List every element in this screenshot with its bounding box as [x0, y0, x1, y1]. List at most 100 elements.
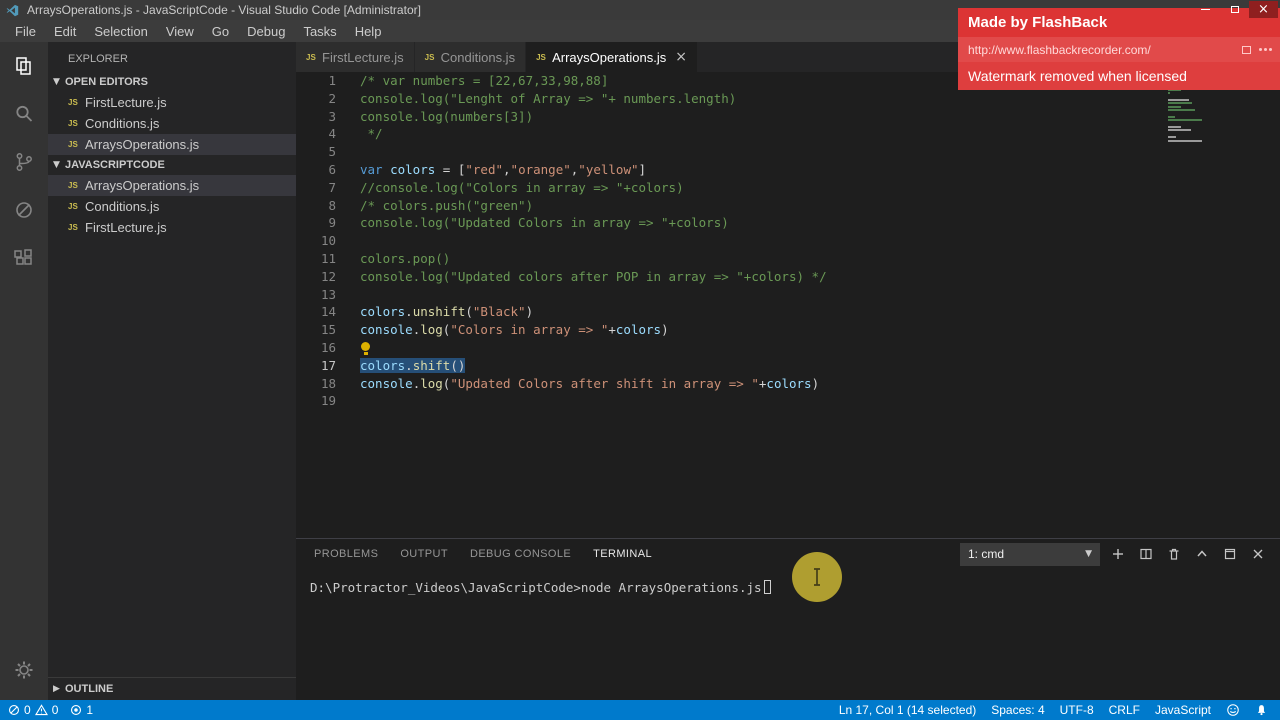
code-line[interactable]: console.log("Lenght of Array => "+ numbe… — [360, 90, 827, 108]
lightbulb-icon[interactable] — [360, 341, 371, 355]
panel-tab-terminal[interactable]: TERMINAL — [593, 548, 652, 560]
code-line[interactable] — [360, 232, 827, 250]
code-line[interactable]: console.log("Updated colors after POP in… — [360, 268, 827, 286]
file-label: FirstLecture.js — [85, 95, 167, 110]
editor-gutter: 1 2 3 4 5 6 7 8 9 10 11 12 13 14 15 16 17 18 19 — [296, 72, 336, 410]
code-editor[interactable]: 1 2 3 4 5 6 7 8 9 10 11 12 13 14 15 16 17 18 19 /* var num… — [296, 72, 1280, 538]
code-line[interactable]: colors.pop() — [360, 250, 827, 268]
js-file-icon: JS — [424, 52, 435, 62]
source-control-icon[interactable] — [0, 138, 48, 186]
line-number: 10 — [320, 233, 336, 249]
editor-code: /* var numbers = [22,67,33,98,88] console… — [360, 72, 827, 410]
menu-view[interactable]: View — [157, 24, 203, 39]
indicator-count: 1 — [86, 703, 94, 717]
line-number: 5 — [328, 144, 336, 160]
close-panel-button[interactable] — [1244, 543, 1272, 566]
indent-setting[interactable]: Spaces: 4 — [991, 703, 1044, 717]
panel-tab-problems[interactable]: PROBLEMS — [314, 548, 378, 560]
terminal-cursor — [763, 580, 771, 594]
workbench: EXPLORER ▼ OPEN EDITORS JS FirstLecture.j… — [0, 42, 1280, 700]
folder-header[interactable]: ▼ JAVASCRIPTCODE — [48, 155, 296, 175]
restore-panel-button[interactable] — [1216, 543, 1244, 566]
folder-file-list: JS ArraysOperations.js JS Conditions.js JS Fi… — [48, 175, 296, 238]
extensions-icon[interactable] — [0, 234, 48, 282]
open-editor-item[interactable]: JS ArraysOperations.js — [48, 134, 296, 155]
code-line[interactable]: /* colors.push("green") — [360, 197, 827, 215]
line-number: 17 — [320, 357, 336, 373]
window-title: ArraysOperations.js - JavaScriptCode - V… — [27, 3, 421, 17]
menu-debug[interactable]: Debug — [238, 24, 294, 39]
code-line[interactable]: /* var numbers = [22,67,33,98,88] — [360, 72, 827, 90]
file-label: Conditions.js — [85, 199, 160, 214]
encoding-setting[interactable]: UTF-8 — [1060, 703, 1094, 717]
notifications-bell-icon[interactable] — [1255, 703, 1268, 717]
sidebar-title: EXPLORER — [68, 53, 128, 65]
restore-button[interactable] — [1220, 1, 1249, 18]
open-editors-header[interactable]: ▼ OPEN EDITORS — [48, 72, 296, 92]
open-editor-item[interactable]: JS FirstLecture.js — [48, 92, 296, 113]
code-line[interactable]: */ — [360, 125, 827, 143]
code-line[interactable] — [360, 286, 827, 304]
code-line[interactable]: colors.shift() — [360, 357, 827, 375]
menu-go[interactable]: Go — [203, 24, 238, 39]
file-tree-item[interactable]: JS ArraysOperations.js — [48, 175, 296, 196]
menu-tasks[interactable]: Tasks — [294, 24, 345, 39]
panel-tab-output[interactable]: OUTPUT — [400, 548, 448, 560]
new-terminal-button[interactable] — [1104, 543, 1132, 566]
split-terminal-button[interactable] — [1132, 543, 1160, 566]
watermark-url[interactable]: http://www.flashbackrecorder.com/ — [968, 43, 1151, 57]
file-tree-item[interactable]: JS Conditions.js — [48, 196, 296, 217]
terminal-prompt-line: D:\Protractor_Videos\JavaScriptCode>node… — [310, 580, 762, 595]
error-icon — [8, 704, 20, 716]
code-line[interactable]: console.log("Updated Colors after shift … — [360, 375, 827, 393]
menu-help[interactable]: Help — [346, 24, 391, 39]
tab-firstlecture-js[interactable]: JS FirstLecture.js — [296, 42, 415, 72]
tab-arraysoperations-js[interactable]: JS ArraysOperations.js × — [526, 42, 698, 72]
code-line[interactable]: colors.unshift("Black") — [360, 303, 827, 321]
minimize-button[interactable] — [1191, 1, 1220, 18]
terminal-selector-dropdown[interactable]: 1: cmd ▼ — [960, 542, 1100, 566]
open-editor-item[interactable]: JS Conditions.js — [48, 113, 296, 134]
close-tab-icon[interactable]: × — [675, 49, 687, 65]
kill-terminal-trash-icon[interactable] — [1160, 543, 1188, 566]
tab-conditions-js[interactable]: JS Conditions.js — [414, 42, 527, 72]
eol-setting[interactable]: CRLF — [1109, 703, 1140, 717]
language-mode[interactable]: JavaScript — [1155, 703, 1211, 717]
code-line[interactable] — [360, 392, 827, 410]
line-number: 12 — [320, 268, 336, 284]
code-line[interactable]: console.log("Colors in array => "+colors… — [360, 321, 827, 339]
code-line[interactable]: console.log("Updated Colors in array => … — [360, 214, 827, 232]
search-icon[interactable] — [0, 90, 48, 138]
js-file-icon: JS — [68, 98, 78, 107]
indicator-status[interactable]: 1 — [70, 703, 93, 717]
line-number: 6 — [328, 161, 336, 177]
cursor-position[interactable]: Ln 17, Col 1 (14 selected) — [839, 703, 976, 717]
settings-gear-icon[interactable] — [0, 646, 48, 694]
menu-selection[interactable]: Selection — [85, 24, 156, 39]
activity-bar — [0, 42, 48, 700]
circle-indicator-icon — [71, 704, 82, 716]
code-line[interactable]: //console.log("Colors in array => "+colo… — [360, 179, 827, 197]
code-line[interactable]: console.log(numbers[3]) — [360, 108, 827, 126]
code-line[interactable] — [360, 143, 827, 161]
watermark-window-icon[interactable] — [1242, 45, 1251, 54]
minimap[interactable] — [1168, 82, 1232, 146]
close-button[interactable]: × — [1249, 1, 1278, 18]
problems-status[interactable]: 0 0 — [8, 703, 58, 717]
feedback-smiley-icon[interactable] — [1226, 703, 1240, 717]
code-line[interactable] — [360, 339, 827, 357]
line-number: 9 — [328, 215, 336, 231]
watermark-more-icon[interactable] — [1259, 48, 1262, 51]
panel-tab-debug-console[interactable]: DEBUG CONSOLE — [470, 548, 571, 560]
explorer-sidebar: EXPLORER ▼ OPEN EDITORS JS FirstLecture.j… — [48, 42, 296, 700]
debug-icon[interactable] — [0, 186, 48, 234]
maximize-panel-chevron-icon[interactable] — [1188, 543, 1216, 566]
outline-header[interactable]: ▶ OUTLINE — [48, 677, 296, 700]
code-line[interactable]: var colors = ["red","orange","yellow"] — [360, 161, 827, 179]
file-tree-item[interactable]: JS FirstLecture.js — [48, 217, 296, 238]
menu-edit[interactable]: Edit — [45, 24, 85, 39]
terminal-output[interactable]: D:\Protractor_Videos\JavaScriptCode>node… — [296, 569, 1280, 700]
chevron-down-icon: ▼ — [1085, 549, 1092, 559]
menu-file[interactable]: File — [6, 24, 45, 39]
explorer-icon[interactable] — [0, 42, 48, 90]
